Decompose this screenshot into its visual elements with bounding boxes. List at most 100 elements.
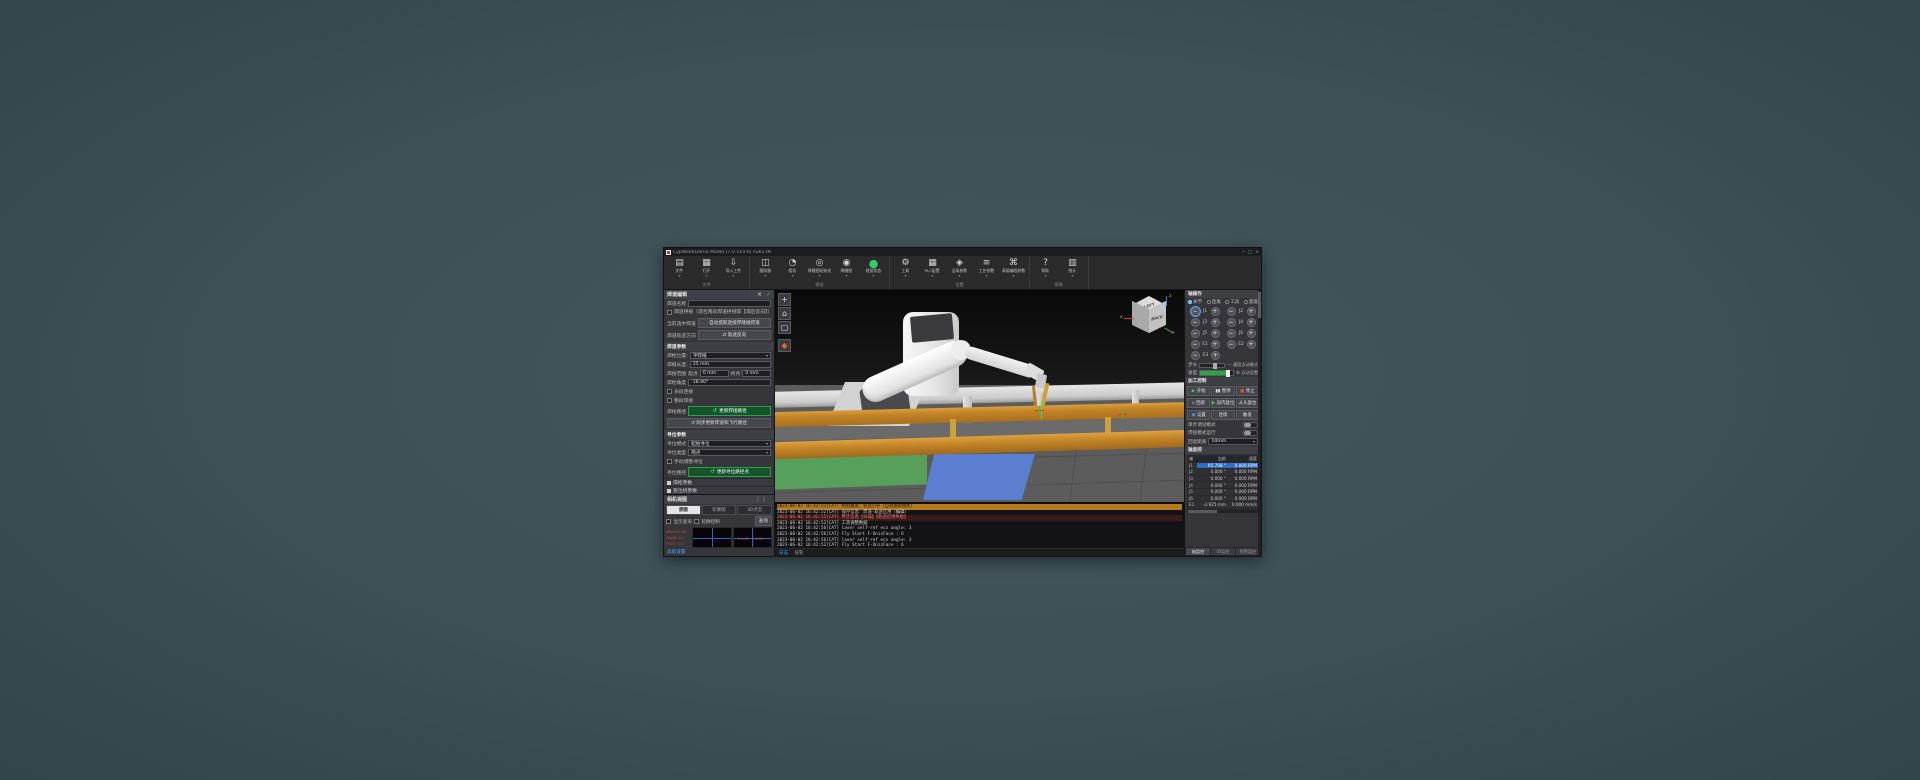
show-query-checkbox[interactable] [666,518,671,524]
jog-minus-button[interactable]: − [1226,329,1236,338]
fit-view-icon[interactable]: + [778,293,791,306]
nav-cube[interactable]: LEFT BACK X Y Z [1120,293,1174,336]
step-slider[interactable] [1199,362,1225,369]
set-button[interactable]: ◉ 设置 [1187,410,1211,420]
back-distance-select[interactable]: 10mm [1208,438,1258,445]
jog-plus-button[interactable]: + [1246,340,1256,349]
toolbar-tool-button[interactable]: ⚙ 工具 ▾ [892,257,919,277]
log-panel[interactable]: 2023-06-02 16:42:52[CAT] 相机触发：轨迹引导（自动搜索模… [775,502,1184,548]
camera-preview-left[interactable] [692,527,732,548]
jog-minus-button[interactable]: − [1189,306,1201,317]
torch-angle-input[interactable]: -18.90° [688,379,771,386]
splice-checkbox[interactable] [667,310,672,315]
home-view-icon[interactable]: ⌂ [778,307,791,320]
update-weld-path-button[interactable]: ↺ 更新焊接路径 [688,406,771,416]
jog-minus-button[interactable]: − [1226,318,1236,327]
tab-log[interactable]: 日志 [779,550,788,556]
table-row[interactable]: J1 95.708 ° 0.000 RPM [1188,462,1258,470]
toolbar-camera-button[interactable]: ◔ 相机 ▾ [779,257,806,277]
toolbar-advanced-params-button[interactable]: ⌘ 高级编程参数 ▾ [1000,257,1027,277]
tab-raw-image[interactable]: 原图 [666,505,701,515]
jog-minus-button[interactable]: − [1226,340,1236,349]
continuous-button[interactable]: 连续 [1211,410,1235,420]
table-row[interactable]: J4 0.000 ° 0.000 RPM [1188,482,1258,489]
sync-update-button[interactable]: ↺ 同步更新焊道和飞行路径 [667,418,771,428]
toolbar-tracker-button[interactable]: ◫ 跟踪器 ▾ [752,257,779,277]
jog-settings-link[interactable]: ⚙ 点动设置 [1236,370,1258,376]
update-locate-path-button[interactable]: ↺ 更新寻位路径点 [688,467,771,477]
table-row[interactable]: J6 0.000 ° 0.000 RPM [1188,495,1258,503]
tab-profile[interactable]: 轮廓图 [701,505,737,515]
jog-plus-button[interactable]: + [1210,340,1220,349]
panel-confirm-icon[interactable]: ✓ [766,291,771,298]
multi-segment-checkbox[interactable] [667,389,672,394]
tab-axis-monitor[interactable]: 轴监控 [1186,548,1210,555]
query-button[interactable]: 查询 [754,516,772,526]
range-end-input[interactable]: 0 mm [742,370,772,377]
mode-cartesian[interactable]: 直角 [1206,299,1221,305]
panel-vscrollbar[interactable] [1258,290,1261,556]
tab-alarm-monitor[interactable]: 报警监控 [1236,548,1260,555]
camera-preview-right[interactable]: R 0.00 · L 0.00 [732,527,772,548]
auto-pick-seam-button[interactable]: 自动提取连接焊缝线焊道 [697,318,771,328]
stop-button[interactable]: ■ 停止 [1235,386,1259,396]
toolbar-import-button[interactable]: ⇩ 导入工件 ▾ [720,257,747,277]
toolbar-help-button[interactable]: ? 帮助 ▾ [1032,257,1059,277]
close-icon[interactable]: × [1255,250,1259,255]
range-start-input[interactable]: 0 mm [699,370,729,377]
minimize-icon[interactable]: ─ [1242,250,1245,255]
advanced-settings-link[interactable]: 高级设置 [664,548,774,556]
jog-mode-link[interactable]: --- 通用点动模式 [1227,362,1258,368]
toolbar-seam-map-button[interactable]: ◉ 焊缝图 ▾ [833,257,860,277]
mode-base[interactable]: 基座 [1243,299,1258,305]
tab-pointcloud[interactable]: 3D点云 [737,505,773,515]
tab-alarm[interactable]: 报警 [794,550,803,556]
jog-plus-button[interactable]: + [1210,318,1220,327]
torch-params-section[interactable]: 焊枪参数 [664,478,774,486]
locate-mode-select[interactable]: 起始寻位 [688,440,771,447]
jog-minus-button[interactable]: − [1226,307,1236,316]
jog-plus-button[interactable]: + [1246,329,1256,338]
segment-reset-button[interactable]: ▶ 段内复位 [1210,398,1236,408]
render-mode-icon[interactable]: ◆ [778,339,791,352]
weld-mode-toggle[interactable] [1242,430,1258,436]
viewport-3d[interactable]: + ⌂ ▢ ◆ LEFT BACK X Y Z [775,290,1184,502]
mode-tool[interactable]: 工具 [1225,299,1239,305]
seam-length-input[interactable]: 25 mm [689,361,771,368]
back-button[interactable]: » 回退 [1187,398,1210,408]
toolbar-open-button[interactable]: ▦ 打开 ▾ [693,257,720,277]
table-hscrollbar[interactable] [1187,509,1259,513]
jog-minus-button[interactable]: − [1190,318,1200,327]
mode-joint[interactable]: 关节 [1188,299,1202,305]
toolbar-craft-params-button[interactable]: ≡ 工艺参数 ▾ [973,257,1000,277]
jog-minus-button[interactable]: − [1191,351,1200,360]
title-bar[interactable]: CypWeld(Demo Mode) [7.0.110.6] nuK2.IN ─… [664,248,1261,256]
pause-button[interactable]: ▮▮ 暂停 [1211,386,1235,396]
step-debug-toggle[interactable] [1242,422,1258,428]
table-row[interactable]: J3 0.000 ° 0.000 RPM [1188,475,1258,483]
select-mode-icon[interactable]: ▢ [778,321,791,334]
manual-locate-checkbox[interactable] [667,459,672,464]
maximize-icon[interactable]: □ [1248,250,1252,255]
jog-plus-button[interactable]: + [1210,329,1220,338]
toolbar-stats-button[interactable]: ▥ 统计 ▾ [1059,257,1086,277]
dock-dots-icon[interactable]: ⋮⋮ [755,496,767,503]
profile-control-checkbox[interactable] [694,518,700,524]
trigger-button[interactable]: 触发 [1235,410,1259,420]
jog-plus-button[interactable]: + [1246,318,1256,327]
table-row[interactable]: E1 -3.925 mm 0.000 mm/s [1188,502,1258,509]
tab-io-monitor[interactable]: IO监控 [1211,548,1235,555]
toolbar-global-params-button[interactable]: ◈ 全局参数 ▾ [946,257,973,277]
toolbar-vision-status-button[interactable]: ● 视觉状态 ▾ [860,257,887,277]
reverse-track-button[interactable]: ⇄ 轨迹反向 [697,330,771,340]
table-row[interactable]: J5 0.000 ° 0.000 RPM [1188,488,1258,496]
start-button[interactable]: ▶ 开始 [1187,386,1211,396]
panel-close-icon[interactable]: × [757,291,762,298]
jog-plus-button[interactable]: + [1246,307,1256,316]
jog-minus-button[interactable]: − [1190,329,1200,338]
speed-slider[interactable] [1199,370,1235,377]
head-reset-button[interactable]: 从头复位 [1236,398,1259,408]
table-row[interactable]: J2 0.000 ° 0.000 RPM [1188,469,1258,476]
locate-type-select[interactable]: 两点 [688,449,771,456]
toolbar-file-button[interactable]: ▤ 文件 ▾ [666,257,693,277]
